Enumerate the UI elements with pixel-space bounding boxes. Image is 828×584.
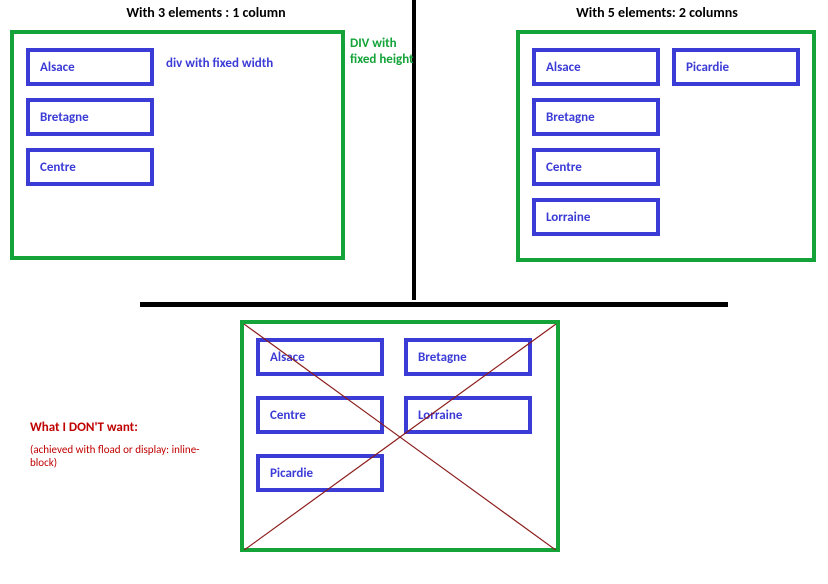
list-item: Lorraine (532, 198, 660, 236)
panel3-note: What I DON'T want: (achieved with fload … (30, 420, 200, 469)
list-item: Centre (256, 396, 384, 434)
list-item: Bretagne (404, 338, 532, 376)
panel3-container: Alsace Centre Picardie Bretagne Lorraine (240, 320, 560, 552)
note-title: What I DON'T want: (30, 420, 200, 435)
label-fixed-width: div with fixed width (166, 56, 273, 71)
label-fixed-height: DIV with fixed height (350, 36, 420, 67)
panel1-heading: With 3 elements : 1 column (0, 4, 412, 21)
panel-five-elements: With 5 elements: 2 columns Alsace Bretag… (416, 0, 828, 300)
panel2-container: Alsace Bretagne Centre Lorraine Picardie (516, 30, 816, 262)
list-item: Picardie (672, 48, 800, 86)
list-item: Alsace (26, 48, 154, 86)
list-item: Picardie (256, 454, 384, 492)
list-item: Bretagne (532, 98, 660, 136)
panel2-heading: With 5 elements: 2 columns (416, 4, 828, 21)
list-item: Centre (532, 148, 660, 186)
note-subtitle: (achieved with fload or display: inline-… (30, 443, 200, 469)
list-item: Bretagne (26, 98, 154, 136)
list-item: Lorraine (404, 396, 532, 434)
panel-three-elements: With 3 elements : 1 column Alsace Bretag… (0, 0, 412, 300)
list-item: Alsace (256, 338, 384, 376)
list-item: Centre (26, 148, 154, 186)
list-item: Alsace (532, 48, 660, 86)
horizontal-divider (140, 302, 728, 307)
panel1-container: Alsace Bretagne Centre div with fixed wi… (10, 30, 345, 260)
